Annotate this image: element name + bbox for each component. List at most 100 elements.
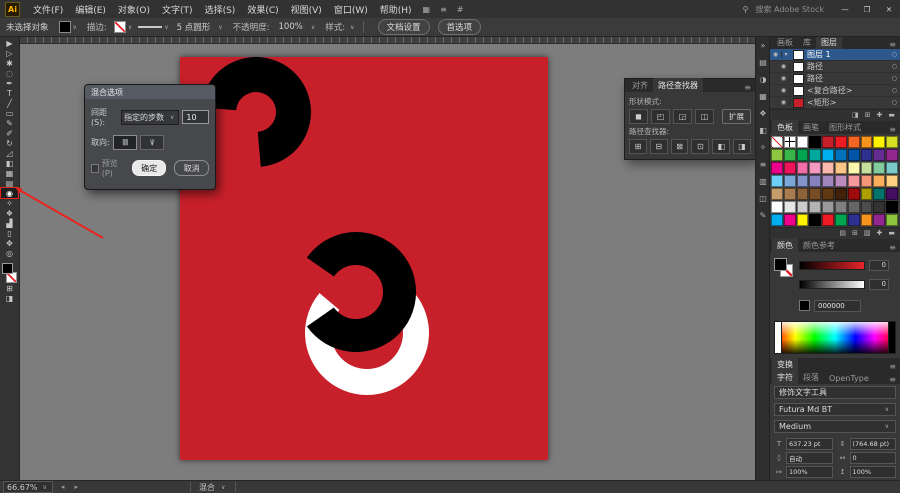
type-tool[interactable]: T xyxy=(1,88,18,98)
color-swatch[interactable] xyxy=(860,200,873,213)
color-swatch[interactable] xyxy=(847,213,860,226)
delete-layer-icon[interactable]: ▬ xyxy=(888,111,895,119)
panel-menu-icon[interactable]: ≡ xyxy=(889,125,900,134)
color-swatch[interactable] xyxy=(847,187,860,200)
color-swatch[interactable] xyxy=(886,161,898,174)
chevron-down-icon[interactable]: ∨ xyxy=(348,24,356,31)
symbols-panel-icon[interactable]: ❖ xyxy=(759,109,766,118)
color-swatch[interactable] xyxy=(771,200,783,213)
paintbrush-tool[interactable]: ✎ xyxy=(1,118,18,128)
panel-menu-icon[interactable]: ≡ xyxy=(889,243,900,252)
color-swatch[interactable] xyxy=(783,200,796,213)
tab-color-guide[interactable]: 颜色参考 xyxy=(798,238,840,252)
tab-artboards[interactable]: 画板 xyxy=(772,36,798,49)
hex-value-input[interactable]: 000000 xyxy=(814,299,861,312)
color-swatch[interactable] xyxy=(771,213,783,226)
color-swatch[interactable] xyxy=(873,174,886,187)
red-channel-value[interactable]: 0 xyxy=(869,259,889,271)
trim-button[interactable]: ⊟ xyxy=(649,139,668,154)
tab-pathfinder[interactable]: 路径查找器 xyxy=(653,78,703,92)
color-swatch[interactable] xyxy=(834,200,847,213)
stroke-color-chip[interactable] xyxy=(113,21,126,33)
zoom-level-select[interactable]: 66.67% ∨ xyxy=(3,481,53,493)
color-swatch[interactable] xyxy=(834,161,847,174)
new-swatch-icon[interactable]: ✚ xyxy=(877,229,883,237)
spacing-select[interactable]: 指定的步数 ∨ xyxy=(121,109,180,125)
font-size-value[interactable]: 637.23 pt xyxy=(786,438,833,451)
new-layer-icon[interactable]: ✚ xyxy=(877,111,883,119)
new-color-group-icon[interactable]: ▧ xyxy=(864,229,871,237)
tab-character[interactable]: 字符 xyxy=(772,370,798,385)
color-swatch[interactable] xyxy=(847,148,860,161)
expand-arrow-icon[interactable]: ▾ xyxy=(782,51,790,58)
color-swatch[interactable] xyxy=(809,148,822,161)
fill-stroke-proxy[interactable] xyxy=(774,257,794,278)
tab-transform[interactable]: 变换 xyxy=(772,357,798,372)
red-channel-slider[interactable] xyxy=(799,260,865,270)
color-swatch[interactable] xyxy=(860,187,873,200)
layer-row[interactable]: ◉ 路径 ○ xyxy=(770,61,900,73)
menu-view[interactable]: 视图(V) xyxy=(285,3,328,16)
layer-row[interactable]: ◉ ▾ 图层 1 ○ xyxy=(770,49,900,61)
color-swatch[interactable] xyxy=(822,213,834,226)
intersect-button[interactable]: ◲ xyxy=(673,109,692,124)
color-swatch[interactable] xyxy=(886,213,898,226)
menu-object[interactable]: 对象(O) xyxy=(112,3,156,16)
mesh-tool[interactable]: ▦ xyxy=(1,168,18,178)
artboard-nav-next-icon[interactable]: ▸ xyxy=(74,483,80,491)
tab-brushes[interactable]: 画笔 xyxy=(798,120,824,134)
tracking-value[interactable]: 0 xyxy=(849,452,896,465)
color-swatch[interactable] xyxy=(860,213,873,226)
arrange-documents-icon[interactable]: ▦ xyxy=(418,5,436,14)
color-swatch[interactable] xyxy=(796,187,809,200)
color-swatch[interactable] xyxy=(886,135,898,148)
color-swatch[interactable] xyxy=(873,135,886,148)
color-swatch[interactable] xyxy=(796,148,809,161)
black-swatch[interactable] xyxy=(888,322,895,354)
panel-menu-icon[interactable]: ≡ xyxy=(889,375,900,384)
expand-panels-icon[interactable]: » xyxy=(761,41,766,50)
line-segment-tool[interactable]: ╱ xyxy=(1,98,18,108)
font-style-select[interactable]: Medium ∨ xyxy=(774,420,896,434)
artboard-nav-prev-icon[interactable]: ◂ xyxy=(61,483,67,491)
target-circle-icon[interactable]: ○ xyxy=(892,87,897,94)
tab-opentype[interactable]: OpenType xyxy=(824,372,874,384)
menu-file[interactable]: 文件(F) xyxy=(27,3,69,16)
more-tools-icon[interactable]: # xyxy=(452,5,469,14)
tab-libraries[interactable]: 库 xyxy=(798,36,816,49)
font-family-select[interactable]: Futura Md BT ∨ xyxy=(774,403,896,417)
layer-label[interactable]: 路径 xyxy=(807,61,823,72)
align-to-path-button[interactable]: \|/ xyxy=(139,135,164,150)
color-swatch[interactable] xyxy=(771,148,783,161)
color-swatch[interactable] xyxy=(783,161,796,174)
chevron-down-icon[interactable]: ∨ xyxy=(309,24,317,31)
layer-row[interactable]: ◉ 路径 ○ xyxy=(770,73,900,85)
tab-color[interactable]: 颜色 xyxy=(772,237,798,252)
tab-swatches[interactable]: 色板 xyxy=(772,119,798,134)
search-icon[interactable]: ⚲ xyxy=(738,5,754,14)
color-swatch[interactable] xyxy=(834,148,847,161)
color-swatch[interactable] xyxy=(886,174,898,187)
new-sublayer-icon[interactable]: ⊞ xyxy=(865,111,871,119)
column-graph-tool[interactable]: ▟ xyxy=(1,218,18,228)
visibility-eye-icon[interactable]: ◉ xyxy=(778,63,790,70)
color-swatch[interactable] xyxy=(886,200,898,213)
stroke-panel-icon[interactable]: ✧ xyxy=(760,143,767,152)
lasso-tool[interactable]: ◌ xyxy=(1,68,18,78)
color-themes-icon[interactable]: ⊞ xyxy=(852,229,858,237)
menu-type[interactable]: 文字(T) xyxy=(156,3,199,16)
rectangle-tool[interactable]: ▭ xyxy=(1,108,18,118)
color-swatch[interactable] xyxy=(822,174,834,187)
hand-tool[interactable]: ✥ xyxy=(1,238,18,248)
appearance-panel-icon[interactable]: ◫ xyxy=(759,194,767,203)
delete-swatch-icon[interactable]: ▬ xyxy=(888,229,895,237)
artboard-tool[interactable]: ▯ xyxy=(1,228,18,238)
opacity-value[interactable]: 100% xyxy=(273,22,309,32)
color-swatch[interactable] xyxy=(860,174,873,187)
stroke-weight-preview[interactable] xyxy=(138,26,163,28)
visibility-eye-icon[interactable]: ◉ xyxy=(778,99,790,106)
none-swatch[interactable] xyxy=(771,135,783,148)
cancel-button[interactable]: 取消 xyxy=(174,160,209,176)
preview-checkb ox[interactable] xyxy=(91,163,99,173)
menu-effect[interactable]: 效果(C) xyxy=(241,3,284,16)
